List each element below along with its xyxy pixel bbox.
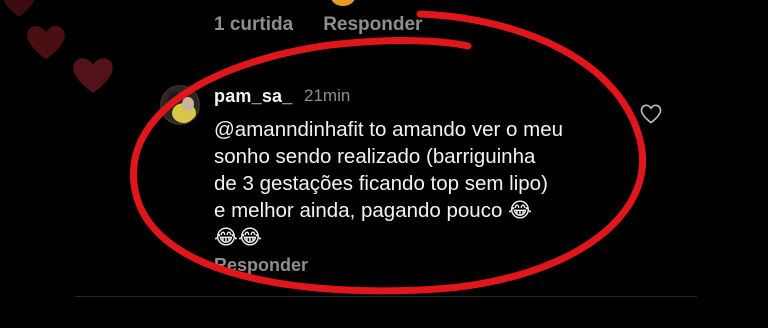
heart-outline-icon[interactable] [640, 104, 662, 124]
comment-line: de 3 gestações ficando top sem lipo) [214, 172, 548, 195]
comment-line: e melhor ainda, pagando pouco 😂 [214, 199, 533, 222]
avatar[interactable] [160, 85, 200, 125]
reply-button[interactable]: Responder [214, 255, 308, 276]
comment-username[interactable]: pam_sa_ [214, 86, 292, 107]
comment-timestamp: 21min [304, 86, 351, 105]
floating-heart-icon [27, 26, 65, 60]
previous-comment-actions: 1 curtida Responder [214, 14, 422, 36]
comment-line: sonho sendo realizado (barriguinha [214, 145, 536, 168]
divider [75, 296, 697, 297]
floating-heart-icon [3, 0, 35, 17]
comment-body: @amanndinhafit to amando ver o meu sonho… [214, 116, 604, 251]
likes-count-link[interactable]: 1 curtida [214, 14, 293, 36]
avatar-image [161, 86, 199, 124]
emoji-reaction-icon [331, 0, 355, 6]
comment-line: 😂😂 [214, 226, 262, 249]
comments-screen: 1 curtida Responder pam_sa_ 21min @amann… [0, 0, 768, 328]
floating-heart-icon [73, 58, 113, 94]
reply-button[interactable]: Responder [323, 14, 422, 36]
comment-line: @amanndinhafit to amando ver o meu [214, 118, 564, 141]
